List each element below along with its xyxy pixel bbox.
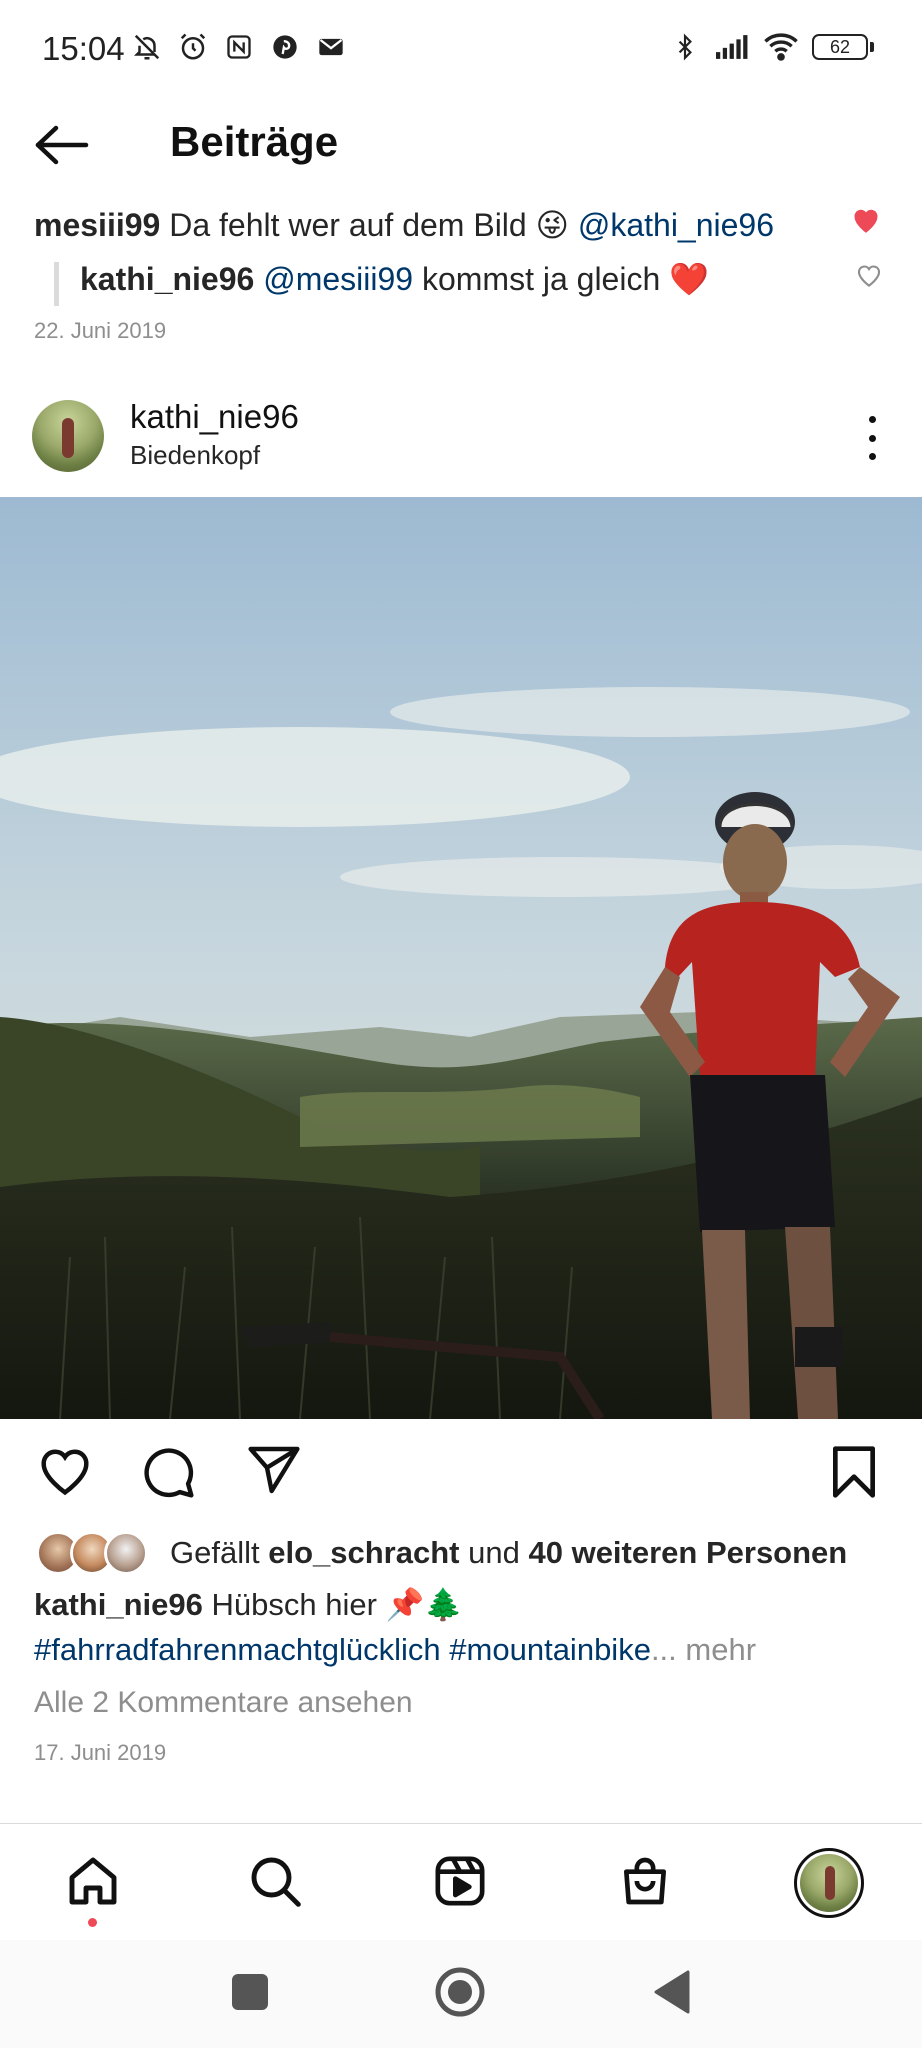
arrow-left-icon [35,125,89,165]
bluetooth-icon [668,30,702,64]
reply-like-button[interactable] [854,262,886,292]
comment: mesiii99 Da fehlt wer auf dem Bild 😜 @ka… [34,206,774,244]
likes-text: Gefällt elo_schracht und 40 weiteren Per… [170,1535,848,1570]
comment-date: 22. Juni 2019 [34,318,167,343]
heart-outline-icon [857,265,881,287]
alarm-icon [176,30,210,64]
mail-icon [314,30,348,64]
triangle-back-icon [654,1970,690,2014]
bookmark-icon [832,1446,875,1498]
comment-reply: kathi_nie96 @mesiii99 kommst ja gleich ❤… [80,260,709,298]
like-button[interactable] [36,1444,94,1502]
status-system-icons: 62 [668,30,874,64]
post-username[interactable]: kathi_nie96 [130,398,299,436]
nav-shop[interactable] [610,1846,680,1916]
reply-text: kommst ja gleich ❤️ [421,261,709,297]
avatar[interactable] [32,400,104,472]
more-dots-icon [868,416,876,423]
hashtag[interactable]: #mountainbike [449,1632,651,1667]
battery-level: 62 [812,34,868,60]
comment-thread: mesiii99 Da fehlt wer auf dem Bild 😜 @ka… [0,200,922,350]
wifi-icon [764,30,798,64]
nav-home[interactable] [58,1846,128,1916]
post-header: kathi_nie96 Biedenkopf [0,390,922,490]
square-icon [232,1974,268,2010]
home-button[interactable] [430,1962,490,2022]
nav-search[interactable] [240,1846,310,1916]
post-caption: kathi_nie96 Hübsch hier 📌🌲 [34,1586,463,1623]
reply-mention[interactable]: @mesiii99 [263,261,413,297]
avatar [104,1531,148,1575]
caption-username[interactable]: kathi_nie96 [34,1587,203,1622]
status-time: 15:04 [42,30,125,67]
back-button[interactable] [642,1962,702,2022]
comment-like-button[interactable] [850,206,886,238]
pinterest-icon [268,30,302,64]
comment-bubble-icon [144,1448,194,1498]
notification-dot [88,1918,97,1927]
home-icon [69,1857,117,1905]
caption-text: Hübsch hier 📌🌲 [211,1587,463,1622]
post-photo-illustration [0,497,922,1419]
comment-button[interactable] [140,1444,198,1502]
likes-summary[interactable]: Gefällt elo_schracht und 40 weiteren Per… [36,1528,847,1578]
top-header: Beiträge [0,100,922,190]
share-button[interactable] [246,1444,304,1502]
battery-icon: 62 [812,34,874,60]
nav-profile-avatar[interactable] [794,1848,864,1918]
circle-home-icon [435,1967,485,2017]
caption-ellipsis: ... [650,1632,677,1667]
bell-off-icon [130,30,164,64]
save-button[interactable] [830,1444,888,1502]
signal-icon [716,30,750,64]
liker-avatars [36,1531,162,1575]
post-date: 17. Juni 2019 [34,1740,167,1765]
back-button[interactable] [34,120,94,170]
paper-plane-icon [248,1446,300,1494]
more-options-button[interactable] [862,416,882,460]
recents-button[interactable] [220,1962,280,2022]
reply-indent-bar [54,262,59,306]
shop-bag-icon [624,1857,666,1905]
post-image[interactable] [0,497,922,1419]
status-bar: 15:04 62 [0,0,922,100]
reply-username[interactable]: kathi_nie96 [80,261,254,297]
nfc-icon [222,30,256,64]
comment-mention[interactable]: @kathi_nie96 [578,207,774,243]
status-notification-icons [130,30,348,64]
liker-username[interactable]: elo_schracht [268,1535,459,1570]
caption-hashtags: #fahrradfahrenmachtglücklich #mountainbi… [34,1632,756,1668]
page-title: Beiträge [170,118,339,165]
comment-text: Da fehlt wer auf dem Bild 😜 [169,207,569,243]
system-navigation-bar [0,1940,922,2048]
post-actions [0,1430,922,1510]
view-all-comments-link[interactable]: Alle 2 Kommentare ansehen [34,1686,413,1720]
reels-icon [435,1856,485,1906]
hashtag[interactable]: #fahrradfahrenmachtglücklich [34,1632,441,1667]
search-icon [251,1857,301,1907]
bottom-navigation [0,1823,922,1939]
likes-others[interactable]: 40 weiteren Personen [528,1535,847,1570]
caption-more-link[interactable]: mehr [685,1632,756,1667]
heart-outline-icon [41,1449,89,1496]
comment-username[interactable]: mesiii99 [34,207,160,243]
post-location[interactable]: Biedenkopf [130,440,260,471]
heart-filled-icon [854,209,878,233]
nav-reels[interactable] [425,1846,495,1916]
